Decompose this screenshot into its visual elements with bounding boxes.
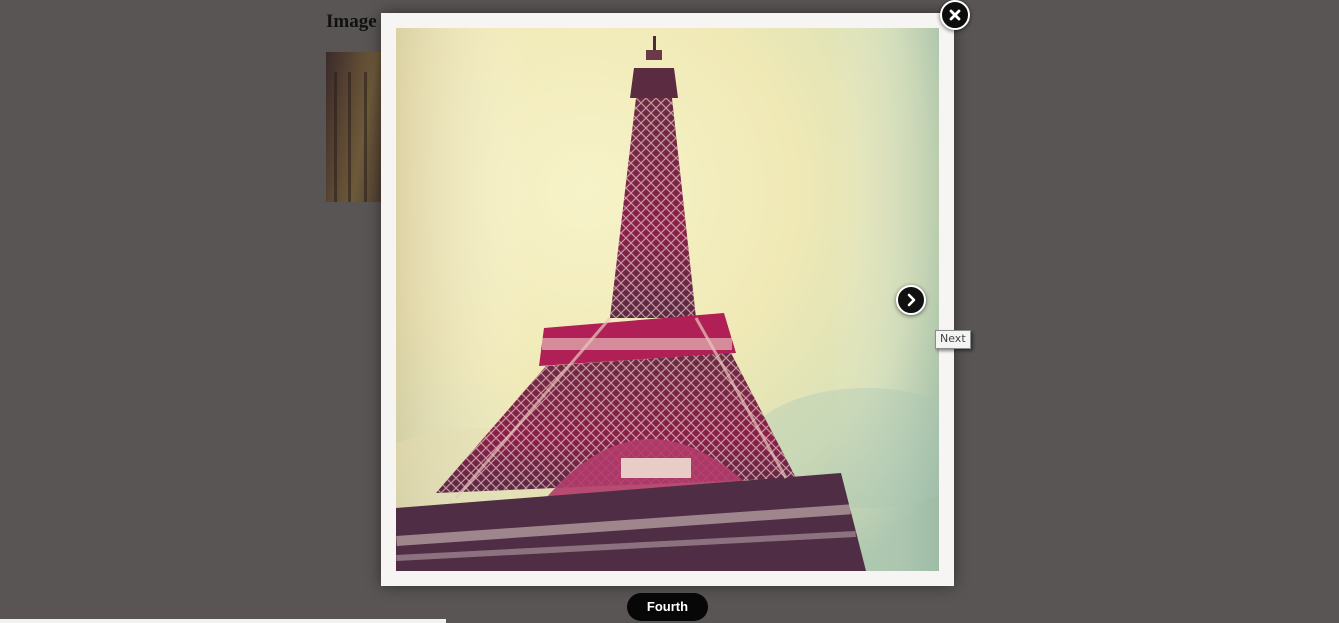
thumbnail-detail [334,72,337,202]
close-icon [949,9,961,21]
next-tooltip: Next [935,330,971,349]
page-heading: Image [326,11,377,32]
lightbox-frame [381,13,954,586]
next-button[interactable] [896,285,926,315]
image-caption: Fourth [627,593,708,621]
close-button[interactable] [940,0,970,30]
thumbnail-detail [348,72,351,202]
chevron-right-icon [907,293,916,307]
page: Image Next Fourth [0,0,1339,623]
lightbox-image [396,28,939,571]
thumbnail-detail [364,72,367,202]
gallery-thumbnail[interactable] [326,52,386,202]
bottom-strip [0,619,446,623]
